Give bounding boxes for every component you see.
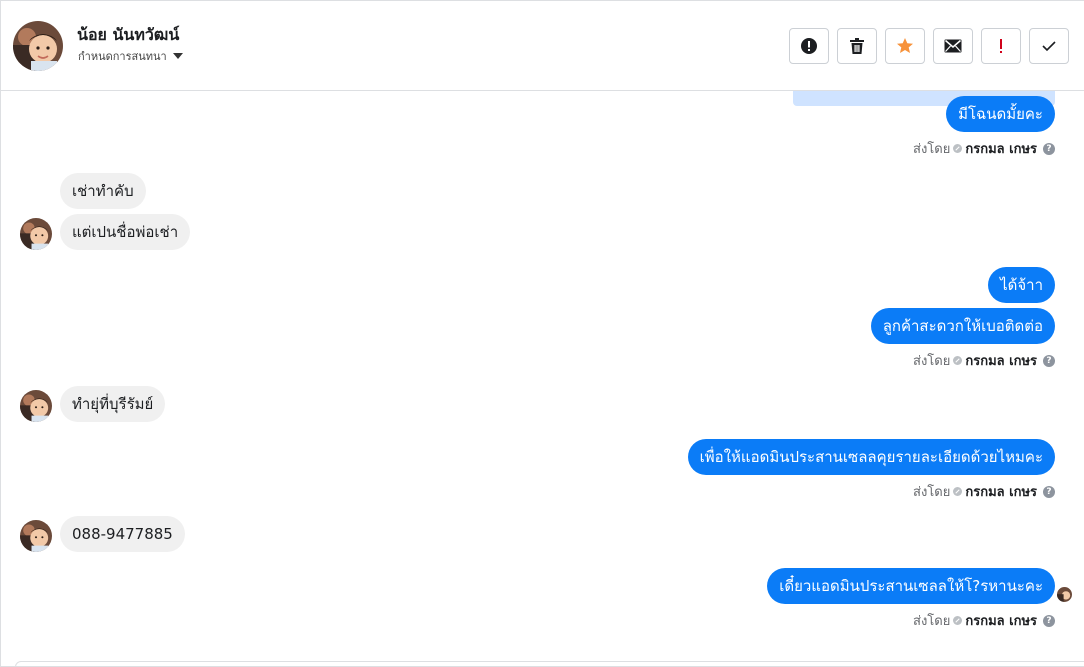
messenger-conversation-panel: น้อย นันทวัฒน์ กำหนดการสนทนา มีโฉนดมั้ยค…	[0, 0, 1084, 667]
outgoing-message[interactable]: เดี๋ยวแอดมินประสานเซลลให้โ?รหานะคะ	[767, 568, 1055, 604]
profile-photo-icon	[20, 218, 52, 250]
verified-icon	[953, 144, 963, 153]
done-button[interactable]	[1029, 28, 1069, 64]
outgoing-message[interactable]: เพื่อให้แอดมินประสานเซลลคุยรายละเอียดด้ว…	[687, 439, 1055, 475]
spam-button[interactable]	[789, 28, 829, 64]
incoming-message[interactable]: แต่เปนชื่อพ่อเช่า	[60, 214, 191, 250]
star-button[interactable]	[885, 28, 925, 64]
mark-unread-button[interactable]	[933, 28, 973, 64]
verified-icon	[953, 487, 963, 496]
outgoing-message[interactable]: ลูกค้าสะดวกให้เบอติดต่อ	[870, 308, 1055, 344]
sent-by-label: ส่งโดย	[913, 614, 951, 629]
incoming-message[interactable]: เช่าทำคับ	[60, 173, 146, 209]
verified-icon	[953, 356, 963, 365]
exclamation-icon	[1000, 39, 1002, 53]
verified-icon	[953, 616, 963, 625]
sent-by-line: ส่งโดย กรกมล เกษร ?	[913, 481, 1055, 502]
trash-icon	[850, 38, 864, 54]
profile-photo-icon	[13, 21, 63, 71]
contact-name: น้อย นันทวัฒน์	[77, 25, 180, 44]
contact-avatar[interactable]	[13, 21, 63, 71]
outgoing-message[interactable]: มีโฉนดมั้ยคะ	[946, 96, 1055, 132]
help-icon[interactable]: ?	[1043, 614, 1055, 627]
caret-down-icon	[172, 53, 183, 59]
sent-by-line: ส่งโดย กรกมล เกษร ?	[913, 350, 1055, 371]
contact-avatar-small	[20, 390, 52, 422]
contact-avatar-small	[20, 520, 52, 552]
sent-by-line: ส่งโดย กรกมล เกษร ?	[913, 610, 1055, 631]
assign-conversation-label: กำหนดการสนทนา	[78, 50, 167, 63]
agent-name[interactable]: กรกมล เกษร	[965, 481, 1037, 502]
help-icon[interactable]: ?	[1043, 142, 1055, 155]
profile-photo-icon	[20, 390, 52, 422]
conversation-header: น้อย นันทวัฒน์ กำหนดการสนทนา	[1, 1, 1084, 91]
agent-name[interactable]: กรกมล เกษร	[965, 350, 1037, 371]
sent-by-line: ส่งโดย กรกมล เกษร ?	[913, 138, 1055, 159]
sent-by-label: ส่งโดย	[913, 142, 951, 157]
incoming-message[interactable]: ทำยุ่ที่บุรีรัมย์	[60, 386, 166, 422]
help-icon[interactable]: ?	[1043, 354, 1055, 367]
check-icon	[1042, 41, 1056, 52]
star-icon	[897, 38, 913, 53]
profile-photo-icon	[1057, 587, 1072, 602]
agent-name[interactable]: กรกมล เกษร	[965, 138, 1037, 159]
assign-conversation-dropdown[interactable]: กำหนดการสนทนา	[78, 47, 183, 65]
sent-by-label: ส่งโดย	[913, 354, 951, 369]
outgoing-message[interactable]: ได้จ้าา	[988, 267, 1055, 303]
envelope-icon	[944, 39, 962, 53]
agent-name[interactable]: กรกมล เกษร	[965, 610, 1037, 631]
sent-by-label: ส่งโดย	[913, 485, 951, 500]
help-icon[interactable]: ?	[1043, 485, 1055, 498]
conversation-actions	[789, 28, 1069, 64]
profile-photo-icon	[20, 520, 52, 552]
important-button[interactable]	[981, 28, 1021, 64]
message-thread: มีโฉนดมั้ยคะ ส่งโดย กรกมล เกษร ? เช่าทำค…	[1, 91, 1084, 661]
message-composer[interactable]	[15, 661, 1084, 666]
delete-button[interactable]	[837, 28, 877, 64]
incoming-message[interactable]: 088-9477885	[60, 516, 185, 552]
seen-indicator-avatar	[1057, 587, 1072, 602]
contact-avatar-small	[20, 218, 52, 250]
alert-circle-icon	[801, 38, 817, 54]
